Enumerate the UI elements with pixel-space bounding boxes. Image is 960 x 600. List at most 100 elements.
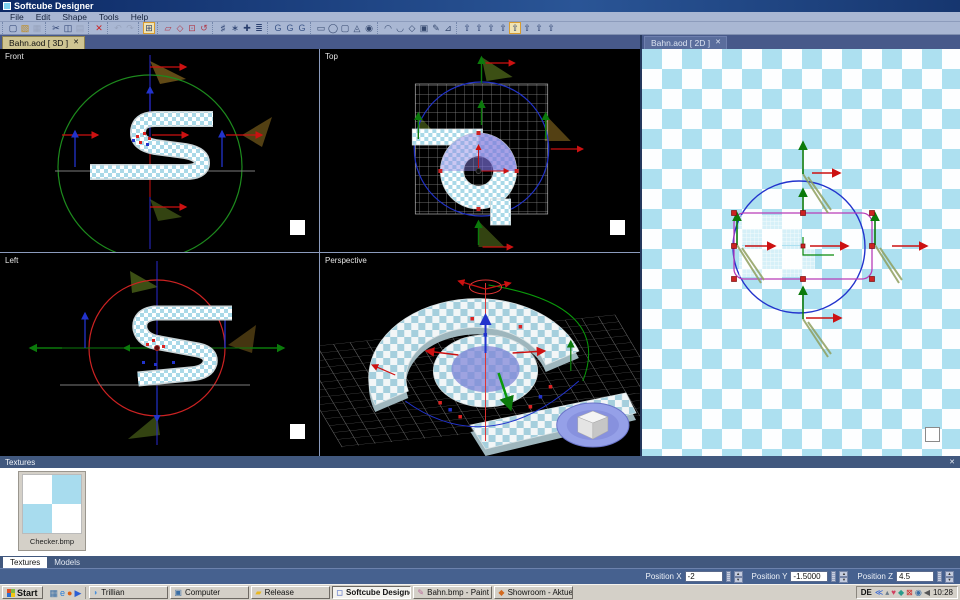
firefox-icon[interactable]: ● (67, 587, 72, 599)
volume-icon[interactable]: ◀ (924, 587, 930, 599)
viewport-maximize-button[interactable] (610, 220, 625, 235)
tab-close-icon[interactable]: ✕ (73, 39, 79, 47)
language-indicator[interactable]: DE (861, 588, 872, 597)
view-preset-icon-7[interactable]: ⇧ (533, 22, 545, 34)
orientation-cube[interactable] (557, 403, 629, 447)
viewport-maximize-button[interactable] (290, 220, 305, 235)
viewport-top-canvas[interactable] (320, 49, 640, 252)
texture-item[interactable]: Checker.bmp (18, 471, 86, 551)
texture-2d-view[interactable] (642, 49, 960, 456)
plane-primitive-icon[interactable]: ▢ (339, 22, 351, 34)
snap-grid-icon[interactable]: ♯ (217, 22, 229, 34)
menu-item-file[interactable]: File (4, 12, 30, 22)
redo-icon[interactable]: ↷ (124, 22, 136, 34)
sphere-primitive-icon[interactable]: ◯ (327, 22, 339, 34)
box-primitive-icon[interactable]: ▭ (315, 22, 327, 34)
taskbar-button-showroom-aktuelle-arb-[interactable]: ◆Showroom - Aktuelle Arb... (494, 586, 573, 599)
start-button[interactable]: Start (2, 586, 43, 599)
taskbar-button-softcube-designer[interactable]: ◻Softcube Designer (332, 586, 411, 599)
rotate-shape-icon[interactable]: ▱ (162, 22, 174, 34)
spinner-grip[interactable] (726, 571, 731, 582)
copy-icon[interactable]: ◫ (62, 22, 74, 34)
save-icon[interactable]: ▦ (31, 22, 43, 34)
triangle-tool-icon[interactable]: ⊿ (442, 22, 454, 34)
view-preset-icon-2[interactable]: ⇧ (473, 22, 485, 34)
spinner-down-icon[interactable]: ▼ (839, 577, 848, 583)
tray-icon-updater[interactable]: ▴ (885, 587, 889, 599)
curve-mode-icon-2[interactable]: G (284, 22, 296, 34)
open-icon[interactable]: ▧ (19, 22, 31, 34)
taskbar-button-trillian[interactable]: ◗Trillian (89, 586, 168, 599)
layers-icon[interactable]: ≣ (253, 22, 265, 34)
menu-item-help[interactable]: Help (125, 12, 154, 22)
viewport-front-canvas[interactable] (0, 49, 319, 252)
position-input-x[interactable] (685, 571, 723, 582)
diamond-tool-icon[interactable]: ◇ (406, 22, 418, 34)
tray-icon-chevrons[interactable]: ≪ (875, 587, 883, 599)
menu-item-tools[interactable]: Tools (93, 12, 125, 22)
viewport-perspective[interactable]: Perspective (320, 253, 640, 456)
view-preset-icon-1[interactable]: ⇧ (461, 22, 473, 34)
panel-close-icon[interactable]: ✕ (949, 458, 955, 466)
menu-item-shape[interactable]: Shape (56, 12, 93, 22)
taskbar-button-bahn-bmp-paint[interactable]: ✎Bahn.bmp - Paint (413, 586, 492, 599)
tab-bahn-aod-3d[interactable]: Bahn.aod [ 3D ] ✕ (2, 36, 85, 49)
panel-tab-textures[interactable]: Textures (3, 557, 47, 568)
free-transform-icon[interactable]: ↺ (198, 22, 210, 34)
viewport-left[interactable]: Left (0, 253, 319, 456)
cone-primitive-icon[interactable]: ◬ (351, 22, 363, 34)
viewport-maximize-button[interactable] (925, 427, 940, 442)
show-desktop-icon[interactable]: ▦ (50, 587, 59, 599)
view-preset-icon-8[interactable]: ⇧ (545, 22, 557, 34)
arc-up-tool-icon[interactable]: ◠ (382, 22, 394, 34)
move-arrow[interactable] (458, 281, 485, 289)
position-input-z[interactable] (896, 571, 934, 582)
taskbar-clock[interactable]: 10:28 (933, 588, 953, 597)
tray-icon-alert[interactable]: ⊠ (906, 587, 913, 599)
viewport-maximize-button[interactable] (290, 424, 305, 439)
grid-toggle-icon[interactable]: ⊞ (143, 22, 155, 34)
spinner-down-icon[interactable]: ▼ (734, 577, 743, 583)
curve-mode-icon-3[interactable]: G (296, 22, 308, 34)
taskbar-button-computer[interactable]: ▣Computer (170, 586, 249, 599)
tray-icon-messenger[interactable]: ♥ (891, 587, 896, 599)
viewport-perspective-canvas[interactable] (320, 253, 640, 456)
track-ribbon[interactable] (138, 313, 232, 379)
arc-down-tool-icon[interactable]: ◡ (394, 22, 406, 34)
move-shape-icon[interactable]: ⊡ (186, 22, 198, 34)
pivot-point[interactable] (155, 346, 160, 351)
viewport-top[interactable]: Top (320, 49, 640, 252)
position-input-y[interactable] (790, 571, 828, 582)
spinner-grip[interactable] (937, 571, 942, 582)
viewport-front[interactable]: Front (0, 49, 319, 252)
tray-icon-antivirus[interactable]: ◆ (898, 587, 904, 599)
panel-tab-models[interactable]: Models (47, 557, 87, 568)
undo-icon[interactable]: ↶ (112, 22, 124, 34)
view-preset-icon-5[interactable]: ⇧ (509, 22, 521, 34)
menu-item-edit[interactable]: Edit (30, 12, 57, 22)
fill-tool-icon[interactable]: ▣ (418, 22, 430, 34)
pen-tool-icon[interactable]: ✎ (430, 22, 442, 34)
network-icon[interactable]: ◉ (915, 587, 922, 599)
viewport-left-canvas[interactable] (0, 253, 319, 456)
taskbar-button-release[interactable]: ▰Release (251, 586, 330, 599)
delete-icon[interactable]: ✕ (93, 22, 105, 34)
view-preset-icon-4[interactable]: ⇧ (497, 22, 509, 34)
curve-mode-icon-1[interactable]: G (272, 22, 284, 34)
spinner-grip[interactable] (831, 571, 836, 582)
browser-icon[interactable]: e (60, 587, 65, 599)
torus-primitive-icon[interactable]: ◉ (363, 22, 375, 34)
paste-icon[interactable]: ▤ (74, 22, 86, 34)
view-preset-icon-3[interactable]: ⇧ (485, 22, 497, 34)
track-stub[interactable] (491, 199, 511, 225)
tab-bahn-aod-2d[interactable]: Bahn.aod [ 2D ] ✕ (644, 36, 727, 49)
new-icon[interactable]: ▢ (7, 22, 19, 34)
view-preset-icon-6[interactable]: ⇧ (521, 22, 533, 34)
media-player-icon[interactable]: ▶ (74, 587, 81, 599)
pivot-point[interactable] (476, 169, 481, 174)
cross-move-icon[interactable]: ✚ (241, 22, 253, 34)
cut-icon[interactable]: ✂ (50, 22, 62, 34)
tab-close-icon[interactable]: ✕ (715, 39, 721, 47)
scale-shape-icon[interactable]: ◇ (174, 22, 186, 34)
duplicate-icon[interactable]: ∗ (229, 22, 241, 34)
